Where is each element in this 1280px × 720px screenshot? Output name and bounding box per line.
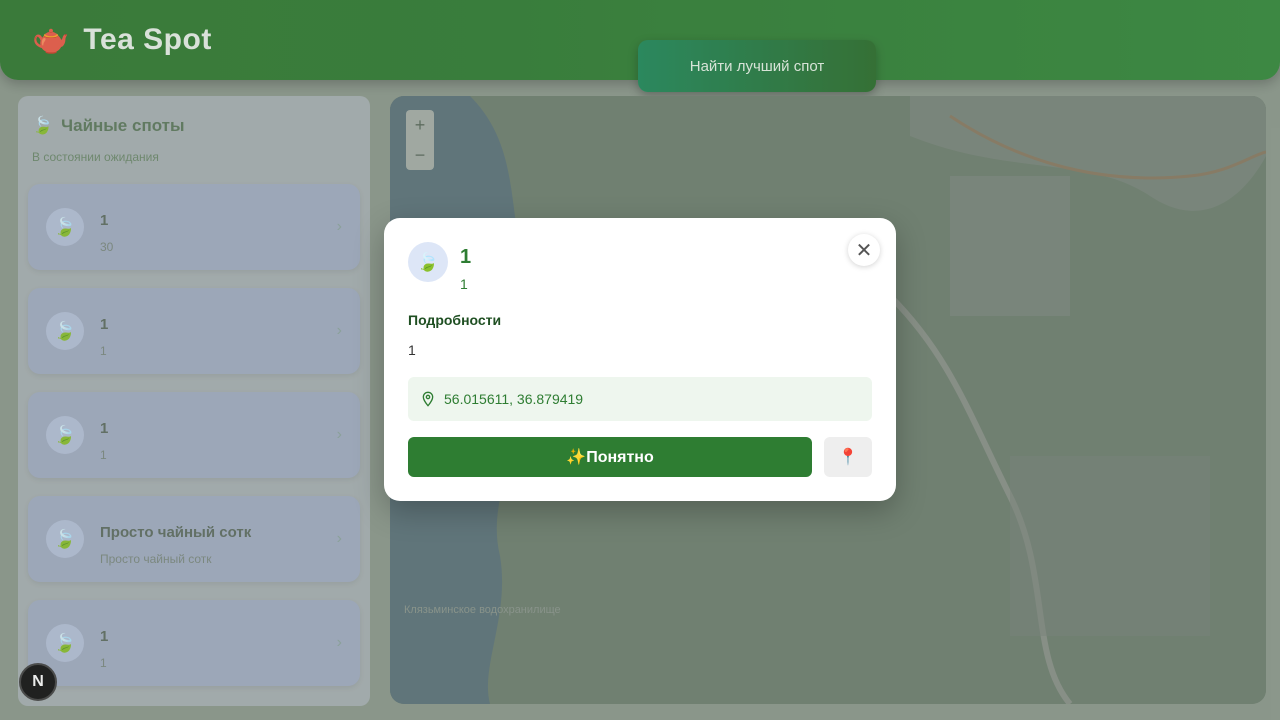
- modal-title: 1: [460, 246, 472, 268]
- spot-details-modal: 🍃 1 1 ✕ Подробности 1 56.015611, 36.8794…: [384, 218, 896, 501]
- show-on-map-button[interactable]: 📍: [824, 437, 872, 477]
- coordinates-text: 56.015611, 36.879419: [444, 391, 584, 407]
- ok-button[interactable]: ✨Понятно: [408, 437, 812, 477]
- close-icon: ✕: [855, 239, 873, 262]
- modal-subtitle: 1: [460, 276, 468, 292]
- pushpin-icon: 📍: [838, 449, 858, 466]
- close-button[interactable]: ✕: [848, 234, 880, 266]
- leaf-icon: 🍃: [408, 242, 448, 282]
- location-pin-icon: [422, 391, 434, 407]
- details-text: 1: [408, 342, 416, 358]
- details-heading: Подробности: [408, 312, 502, 328]
- coordinates-box: 56.015611, 36.879419: [408, 377, 872, 421]
